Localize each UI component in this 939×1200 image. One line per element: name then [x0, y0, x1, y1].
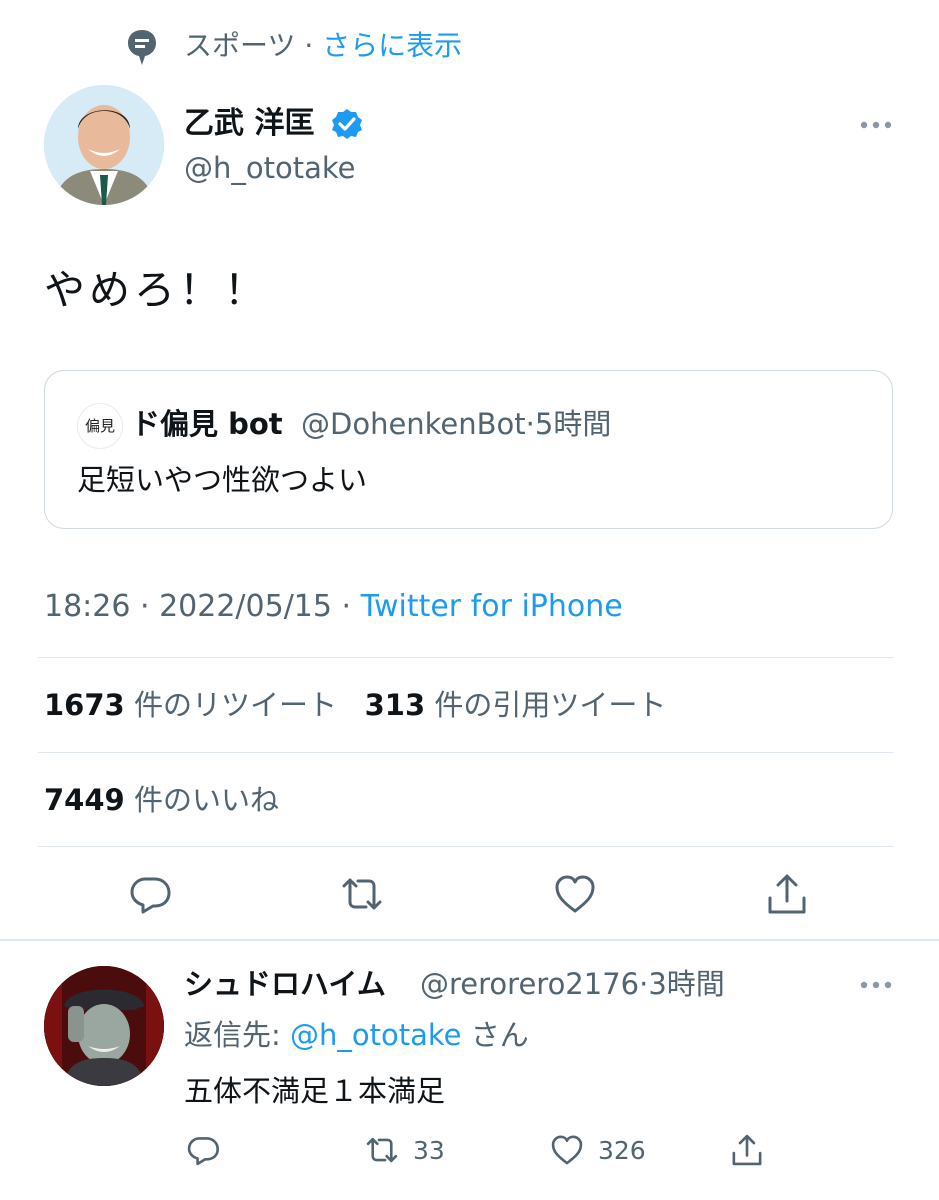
- verified-badge-icon: [331, 108, 363, 140]
- retweet-label: 件のリツイート: [133, 688, 337, 722]
- reply-share-button[interactable]: [730, 1133, 764, 1173]
- divider: [38, 846, 893, 847]
- reply-author-meta: @rerorero2176·3時間: [420, 963, 725, 1005]
- reply-to-handle-link[interactable]: @h_ototake: [290, 1018, 461, 1052]
- tweet-text: やめろ！！: [44, 266, 269, 314]
- retweets-stat[interactable]: 1673 件のリツイート: [44, 688, 337, 722]
- divider: [38, 657, 893, 658]
- reply-like-button[interactable]: 326: [550, 1133, 646, 1173]
- quote-author-name: ド偏見 bot: [131, 407, 283, 441]
- topic-separator: ·: [295, 29, 323, 62]
- reply-retweet-button[interactable]: 33: [365, 1133, 445, 1173]
- tweet-meta: 18:26 · 2022/05/15 · Twitter for iPhone: [44, 585, 623, 629]
- reply-author-name[interactable]: シュドロハイム: [184, 963, 386, 1005]
- reply-text: 五体不満足１本満足: [184, 1074, 446, 1108]
- quote-author-handle: @DohenkenBot: [301, 407, 526, 441]
- author-avatar[interactable]: [44, 85, 164, 205]
- reply-like-count: 326: [598, 1135, 646, 1165]
- likes-stat[interactable]: 7449 件のいいね: [44, 779, 279, 821]
- reply-icon[interactable]: [128, 872, 172, 916]
- share-icon: [732, 1134, 762, 1166]
- more-icon[interactable]: [856, 110, 896, 140]
- tweet-timestamp: 18:26 · 2022/05/15 ·: [44, 589, 361, 624]
- like-icon[interactable]: [553, 872, 597, 916]
- reply-to-prefix: 返信先:: [184, 1018, 290, 1052]
- quote-text: 足短いやつ性欲つよい: [77, 463, 368, 497]
- author-name[interactable]: 乙武 洋匡: [184, 104, 314, 144]
- quote-tweet-card[interactable]: 偏見 ド偏見 bot @DohenkenBot·5時間 足短いやつ性欲つよい: [44, 370, 893, 529]
- quote-count: 313: [364, 688, 426, 722]
- show-more-link[interactable]: さらに表示: [322, 29, 462, 62]
- like-label: 件のいいね: [133, 783, 279, 817]
- topic-name: スポーツ: [184, 29, 296, 62]
- reply-to-line: 返信先: @h_ototake さん: [184, 1014, 529, 1056]
- reply-author-handle[interactable]: @rerorero2176: [420, 967, 639, 1001]
- quote-author-meta: @DohenkenBot·5時間: [301, 401, 611, 447]
- like-icon: [551, 1135, 583, 1165]
- retweet-icon: [366, 1137, 398, 1163]
- retweet-icon[interactable]: [340, 872, 384, 916]
- share-icon[interactable]: [765, 872, 809, 916]
- author-handle[interactable]: @h_ototake: [184, 148, 355, 188]
- quotes-stat[interactable]: 313 件の引用ツイート: [365, 688, 667, 722]
- quote-avatar[interactable]: 偏見: [77, 403, 123, 449]
- retweet-count: 1673: [44, 688, 125, 722]
- more-icon[interactable]: [856, 970, 896, 1000]
- topic-icon: [126, 28, 158, 68]
- reply-to-suffix: さん: [470, 1018, 529, 1052]
- quote-label: 件の引用ツイート: [434, 688, 667, 722]
- quote-separator: ·: [525, 407, 535, 441]
- divider: [38, 752, 893, 753]
- reply-author-avatar[interactable]: [44, 966, 164, 1086]
- reply-time: 3時間: [648, 967, 725, 1001]
- section-divider: [0, 939, 939, 941]
- reply-retweet-count: 33: [413, 1135, 445, 1165]
- tweet-source-link[interactable]: Twitter for iPhone: [361, 589, 623, 624]
- engagement-stats: 1673 件のリツイート 313 件の引用ツイート: [44, 684, 666, 726]
- quote-time: 5時間: [534, 407, 612, 441]
- like-count: 7449: [44, 783, 125, 817]
- reply-icon: [187, 1137, 219, 1166]
- reply-separator: ·: [639, 967, 649, 1001]
- topic-label: スポーツ · さらに表示: [184, 26, 462, 66]
- reply-reply-button[interactable]: [186, 1133, 220, 1173]
